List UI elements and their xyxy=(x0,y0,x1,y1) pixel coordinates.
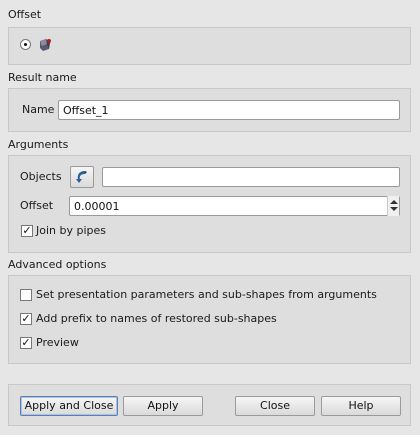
check-mark-icon: ✓ xyxy=(21,336,31,349)
offset-spinbox[interactable] xyxy=(387,196,399,216)
button-bar: Apply and Close Apply Close Help xyxy=(8,384,411,426)
arguments-group: Objects Offset ✓ Join by pipes xyxy=(8,155,411,253)
help-button[interactable]: Help xyxy=(321,396,401,416)
apply-and-close-button[interactable]: Apply and Close xyxy=(20,396,118,416)
objects-label: Objects xyxy=(20,170,62,183)
offset-label: Offset xyxy=(20,199,54,212)
spin-down-icon[interactable] xyxy=(390,207,398,211)
result-name-section-title: Result name xyxy=(8,71,77,84)
result-name-group: Name xyxy=(8,88,411,132)
check-mark-icon: ✓ xyxy=(21,312,31,325)
check-mark-icon: ✓ xyxy=(22,224,32,237)
set-presentation-label: Set presentation parameters and sub-shap… xyxy=(36,288,377,301)
set-presentation-checkbox[interactable] xyxy=(20,289,32,301)
select-objects-button[interactable] xyxy=(70,166,94,188)
offset-value-input[interactable] xyxy=(69,196,400,216)
advanced-options-group: Set presentation parameters and sub-shap… xyxy=(8,275,411,364)
preview-checkbox[interactable]: ✓ xyxy=(20,337,32,349)
offset-mode-group xyxy=(8,27,411,65)
name-input[interactable] xyxy=(58,100,400,120)
join-by-pipes-checkbox[interactable]: ✓ xyxy=(21,225,33,237)
name-label: Name xyxy=(22,103,55,116)
spin-up-icon[interactable] xyxy=(390,200,398,204)
offset-mode-radio[interactable] xyxy=(20,39,31,50)
preview-label: Preview xyxy=(36,336,79,349)
add-prefix-label: Add prefix to names of restored sub-shap… xyxy=(36,312,277,325)
offset-section-title: Offset xyxy=(8,8,42,21)
apply-button[interactable]: Apply xyxy=(123,396,203,416)
add-prefix-checkbox[interactable]: ✓ xyxy=(20,313,32,325)
select-arrow-icon xyxy=(76,171,87,183)
close-button[interactable]: Close xyxy=(235,396,315,416)
objects-input[interactable] xyxy=(102,167,400,187)
advanced-options-section-title: Advanced options xyxy=(8,258,107,271)
offset-shape-icon xyxy=(40,39,51,51)
join-by-pipes-label: Join by pipes xyxy=(36,224,107,237)
arguments-section-title: Arguments xyxy=(8,138,69,151)
